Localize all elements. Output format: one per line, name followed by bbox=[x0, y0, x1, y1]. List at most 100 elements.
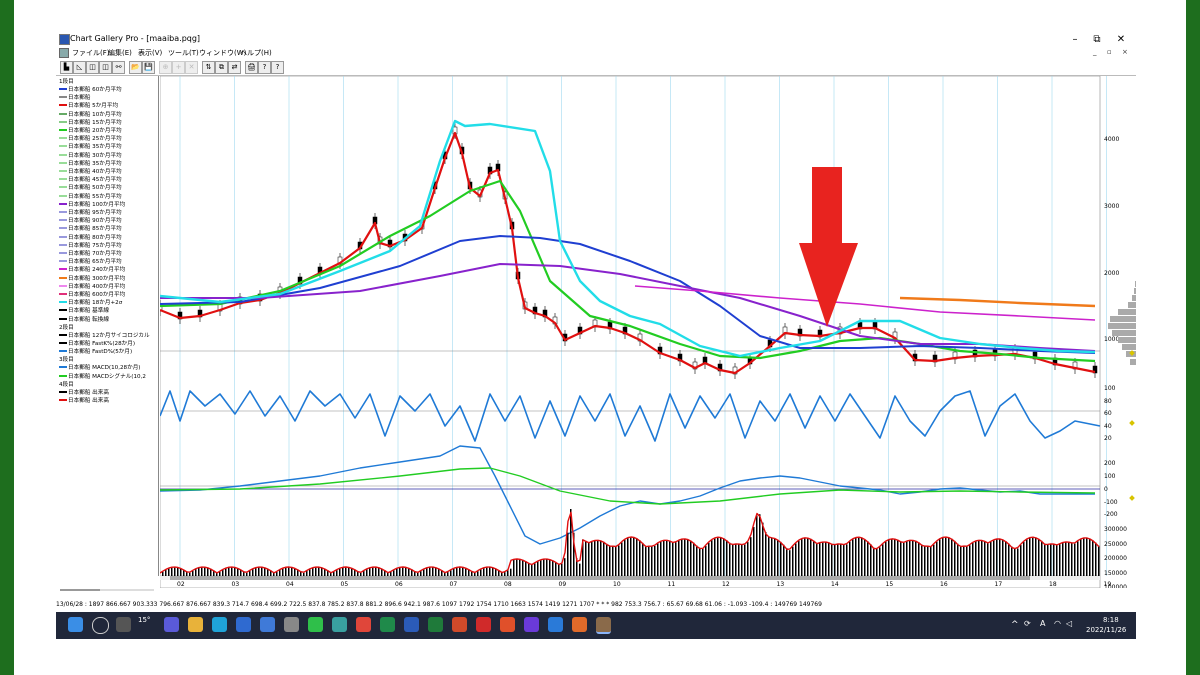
maps-icon[interactable] bbox=[332, 617, 347, 632]
menu-view[interactable]: 表示(V) bbox=[138, 48, 162, 58]
legend-label: 日本郵船 12か月サイコロジカル bbox=[68, 332, 150, 339]
clock-time[interactable]: 8:18 bbox=[1103, 616, 1119, 624]
wifi-icon[interactable]: ◠ bbox=[1054, 619, 1061, 628]
zoom-icon[interactable]: ⊕ bbox=[159, 61, 172, 74]
y-tick-label: 4000 bbox=[1104, 136, 1119, 143]
x-tick-label: 10 bbox=[613, 581, 621, 588]
affinity-icon[interactable] bbox=[524, 617, 539, 632]
task-view-icon[interactable] bbox=[116, 617, 131, 632]
legend-swatch bbox=[59, 399, 67, 401]
volume-bar bbox=[1032, 537, 1034, 576]
print-icon[interactable]: 🖨 bbox=[245, 61, 258, 74]
chrome-icon[interactable] bbox=[356, 617, 371, 632]
menu-tools[interactable]: ツール(T) bbox=[168, 48, 199, 58]
tool-icon[interactable] bbox=[572, 617, 587, 632]
volume-bar bbox=[981, 540, 983, 576]
volume-bar bbox=[558, 563, 560, 576]
volume-bar bbox=[492, 567, 494, 576]
legend-scrollbar[interactable] bbox=[60, 587, 154, 593]
brave-icon[interactable] bbox=[500, 617, 515, 632]
menu-file[interactable]: ファイル(F) bbox=[72, 48, 110, 58]
minimize-button[interactable]: – bbox=[1064, 32, 1086, 47]
remove-icon[interactable]: ✕ bbox=[185, 61, 198, 74]
volume-bar bbox=[984, 541, 986, 576]
y-tick-label: 80 bbox=[1104, 398, 1112, 405]
volume-bar bbox=[207, 567, 209, 576]
candlestick-icon[interactable]: ▙ bbox=[60, 61, 73, 74]
legend-label: 日本郵船 転換線 bbox=[68, 316, 109, 323]
maximize-button[interactable]: ⧉ bbox=[1086, 32, 1108, 47]
tray-sync-icon[interactable]: ⟳ bbox=[1024, 619, 1031, 628]
chart-gallery-taskbar-icon[interactable] bbox=[596, 617, 611, 634]
legend-label: 日本郵船 100か月平均 bbox=[68, 201, 126, 208]
legend-section-header: 2段目 bbox=[59, 324, 74, 331]
split-icon[interactable]: ◫ bbox=[99, 61, 112, 74]
legend-swatch bbox=[59, 202, 67, 205]
document-icon[interactable] bbox=[59, 48, 69, 58]
volume-bar bbox=[663, 540, 665, 576]
editor-icon[interactable] bbox=[548, 617, 563, 632]
volume-bar bbox=[225, 568, 227, 576]
start-icon[interactable] bbox=[68, 617, 83, 632]
volume-bar bbox=[951, 538, 953, 576]
volume-bar bbox=[930, 546, 932, 576]
swap-icon[interactable]: ⇄ bbox=[228, 61, 241, 74]
volume-bar bbox=[780, 541, 782, 576]
sheets-icon[interactable] bbox=[380, 617, 395, 632]
legend-swatch bbox=[59, 112, 67, 115]
close-button[interactable]: ✕ bbox=[1110, 32, 1132, 47]
volume-bar bbox=[450, 570, 452, 576]
volume-bar bbox=[693, 542, 695, 576]
line-app-icon[interactable] bbox=[308, 617, 323, 632]
x-tick-label: 06 bbox=[395, 581, 403, 588]
teams-icon[interactable] bbox=[164, 617, 179, 632]
ime-indicator[interactable]: A bbox=[1040, 619, 1045, 628]
help-icon[interactable]: ? bbox=[258, 61, 271, 74]
menu-help[interactable]: ヘルプ(H) bbox=[240, 48, 272, 58]
store-icon[interactable] bbox=[284, 617, 299, 632]
tray-chevron-icon[interactable]: ^ bbox=[1011, 620, 1019, 630]
context-help-icon[interactable]: ? bbox=[271, 61, 284, 74]
panel-icon[interactable]: ◫ bbox=[86, 61, 99, 74]
explorer-icon[interactable] bbox=[188, 617, 203, 632]
copy-icon[interactable]: ⧉ bbox=[215, 61, 228, 74]
excel-icon[interactable] bbox=[428, 617, 443, 632]
add-icon[interactable]: + bbox=[172, 61, 185, 74]
volume-bar bbox=[342, 567, 344, 576]
volume-bar bbox=[672, 541, 674, 576]
menu-edit[interactable]: 編集(E) bbox=[108, 48, 132, 58]
line-chart-icon[interactable]: ◺ bbox=[73, 61, 86, 74]
binoculars-icon[interactable]: ⚯ bbox=[112, 61, 125, 74]
clock-date[interactable]: 2022/11/26 bbox=[1086, 626, 1126, 634]
y-tick-label: 100000 bbox=[1104, 584, 1127, 588]
volume-bar bbox=[483, 568, 485, 576]
mdi-close-button[interactable]: × bbox=[1122, 48, 1128, 56]
save-icon[interactable]: 💾 bbox=[142, 61, 155, 74]
volume-bar bbox=[396, 568, 398, 576]
powerpoint-icon[interactable] bbox=[452, 617, 467, 632]
volume-bar bbox=[447, 572, 449, 576]
volume-bar bbox=[516, 559, 518, 576]
volume-bar bbox=[756, 515, 758, 576]
open-folder-icon[interactable]: 📂 bbox=[129, 61, 142, 74]
search-icon[interactable] bbox=[92, 617, 109, 634]
volume-bar bbox=[960, 546, 962, 576]
volume-bar bbox=[402, 567, 404, 576]
volume-icon[interactable]: ◁ bbox=[1066, 619, 1072, 628]
calendar-icon[interactable] bbox=[260, 617, 275, 632]
legend-swatch bbox=[59, 219, 67, 222]
legend-swatch bbox=[59, 186, 67, 189]
pdf-icon[interactable] bbox=[476, 617, 491, 632]
volume-bar bbox=[915, 540, 917, 576]
mdi-minimize-button[interactable]: _ bbox=[1093, 48, 1097, 56]
edge-icon[interactable] bbox=[212, 617, 227, 632]
volume-bar bbox=[729, 542, 731, 576]
weather-widget[interactable]: 15° bbox=[138, 616, 150, 624]
sort-icon[interactable]: ⇅ bbox=[202, 61, 215, 74]
volume-bar bbox=[891, 538, 893, 576]
legend-swatch bbox=[59, 301, 67, 304]
mail-icon[interactable] bbox=[236, 617, 251, 632]
mdi-restore-button[interactable]: ▫ bbox=[1107, 48, 1112, 56]
word-icon[interactable] bbox=[404, 617, 419, 632]
volume-bar bbox=[903, 542, 905, 576]
